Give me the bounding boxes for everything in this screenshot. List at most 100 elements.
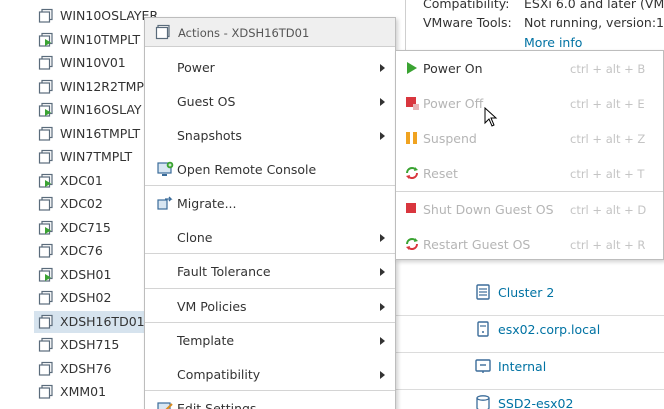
tree-vm-label: XDSH02 xyxy=(60,290,112,305)
menu-item-label: Compatibility xyxy=(177,367,261,382)
host-icon xyxy=(477,321,489,337)
suspend-icon xyxy=(406,132,417,144)
tree-vm-item[interactable]: XMM01 xyxy=(0,381,150,403)
submenu-arrow-icon xyxy=(380,234,385,242)
menu-item-template[interactable]: Template xyxy=(145,323,395,357)
submenu-arrow-icon xyxy=(380,371,385,379)
menu-item-label: Migrate... xyxy=(177,196,237,211)
vm-icon xyxy=(38,79,53,94)
menu-item-fault-tolerance[interactable]: Fault Tolerance xyxy=(145,254,395,288)
submenu-item-power-off[interactable]: Power Off ctrl + alt + E xyxy=(396,86,663,121)
related-host-link[interactable]: esx02.corp.local xyxy=(498,322,600,337)
migrate-icon xyxy=(157,196,173,210)
menu-item-clone[interactable]: Clone xyxy=(145,220,395,254)
tree-vm-label: WIN10TMPLT xyxy=(60,32,141,47)
menu-item-guest-os[interactable]: Guest OS xyxy=(145,84,395,118)
submenu-arrow-icon xyxy=(380,132,385,140)
menu-item-migrate[interactable]: Migrate... xyxy=(145,186,395,220)
tree-vm-item[interactable]: WIN10V01 xyxy=(0,52,150,74)
vm-icon xyxy=(38,55,53,70)
tree-vm-label: XDSH01 xyxy=(60,267,112,282)
menu-item-label: Snapshots xyxy=(177,128,242,143)
vm-icon xyxy=(38,126,53,141)
vm-icon xyxy=(38,196,53,211)
menu-item-label: Clone xyxy=(177,230,213,245)
tree-vm-item[interactable]: WIN16TMPLT xyxy=(0,123,150,145)
tree-vm-item[interactable]: XDSH16TD01 xyxy=(0,311,150,333)
edit-settings-icon xyxy=(157,402,173,409)
mouse-cursor-icon xyxy=(484,107,498,127)
related-network[interactable]: Internal xyxy=(474,355,546,377)
related-datastore[interactable]: SSD2-esx02 xyxy=(474,392,573,409)
compatibility-label: Compatibility: xyxy=(423,0,510,11)
tree-vm-item[interactable]: XDSH715 xyxy=(0,334,150,356)
related-divider xyxy=(395,352,664,353)
submenu-item-label: Reset xyxy=(423,166,458,181)
menu-item-edit-settings[interactable]: Edit Settings... xyxy=(145,391,395,409)
submenu-arrow-icon xyxy=(380,268,385,276)
menu-item-power[interactable]: Power xyxy=(145,50,395,84)
related-cluster-link[interactable]: Cluster 2 xyxy=(498,285,554,300)
vm-icon xyxy=(38,8,53,23)
keyboard-shortcut: ctrl + alt + E xyxy=(570,97,645,111)
tree-vm-item[interactable]: XDC715 xyxy=(0,217,150,239)
related-host[interactable]: esx02.corp.local xyxy=(474,318,600,340)
menu-item-open-remote-console[interactable]: Open Remote Console xyxy=(145,152,395,186)
vm-icon xyxy=(38,243,53,258)
power-submenu: Power On ctrl + alt + B Power Off ctrl +… xyxy=(395,50,664,260)
context-menu-header: Actions - XDSH16TD01 xyxy=(145,18,395,47)
tree-vm-label: WIN10V01 xyxy=(60,55,126,70)
tree-vm-item[interactable]: WIN10OSLAYER xyxy=(0,5,158,27)
vmware-tools-value: Not running, version:10 xyxy=(524,15,664,30)
tree-vm-label: WIN12R2TMP xyxy=(60,79,144,94)
datastore-icon xyxy=(476,395,490,409)
menu-item-vm-policies[interactable]: VM Policies xyxy=(145,289,395,323)
submenu-item-power-on[interactable]: Power On ctrl + alt + B xyxy=(396,51,663,86)
tree-vm-item[interactable]: WIN7TMPLT xyxy=(0,146,150,168)
related-network-link[interactable]: Internal xyxy=(498,359,546,374)
tree-vm-label: XDSH16TD01 xyxy=(60,314,145,329)
vmware-tools-label: VMware Tools: xyxy=(423,15,512,30)
keyboard-shortcut: ctrl + alt + T xyxy=(570,167,645,181)
submenu-item-shut-down-guest-os[interactable]: Shut Down Guest OS ctrl + alt + D xyxy=(396,192,663,227)
submenu-item-reset[interactable]: Reset ctrl + alt + T xyxy=(396,156,663,191)
tree-vm-label: XDSH715 xyxy=(60,337,120,352)
menu-item-label: Guest OS xyxy=(177,94,236,109)
tree-vm-item[interactable]: XDSH01 xyxy=(0,264,150,286)
related-cluster[interactable]: Cluster 2 xyxy=(474,281,554,303)
cluster-icon xyxy=(476,284,490,300)
tree-vm-item[interactable]: XDSH76 xyxy=(0,358,150,380)
tree-vm-label: XDSH76 xyxy=(60,361,112,376)
more-info-link[interactable]: More info xyxy=(524,35,582,50)
tree-vm-label: WIN7TMPLT xyxy=(60,149,133,164)
tree-vm-item[interactable]: XDSH02 xyxy=(0,287,150,309)
submenu-item-label: Power On xyxy=(423,61,483,76)
vm-icon xyxy=(38,384,53,399)
related-datastore-link[interactable]: SSD2-esx02 xyxy=(498,396,573,409)
submenu-arrow-icon xyxy=(380,64,385,72)
vm-powered-on-icon xyxy=(38,32,53,47)
submenu-item-suspend[interactable]: Suspend ctrl + alt + Z xyxy=(396,121,663,156)
related-divider xyxy=(395,389,664,390)
remote-console-icon xyxy=(157,161,174,176)
tree-vm-item[interactable]: XDC76 xyxy=(0,240,150,262)
tree-vm-item[interactable]: WIN12R2TMP xyxy=(0,76,150,98)
tree-vm-item[interactable]: XDC02 xyxy=(0,193,150,215)
network-icon xyxy=(475,359,491,373)
menu-item-compatibility[interactable]: Compatibility xyxy=(145,357,395,391)
reset-icon xyxy=(406,167,418,179)
tree-vm-item[interactable]: XDC01 xyxy=(0,170,150,192)
submenu-item-restart-guest-os[interactable]: Restart Guest OS ctrl + alt + R xyxy=(396,227,663,262)
context-menu-title: Actions - XDSH16TD01 xyxy=(178,26,310,40)
menu-item-label: Open Remote Console xyxy=(177,162,317,177)
tree-vm-label: XDC02 xyxy=(60,196,103,211)
vm-icon xyxy=(155,24,170,40)
submenu-item-label: Power Off xyxy=(423,96,484,111)
vm-icon xyxy=(38,149,53,164)
keyboard-shortcut: ctrl + alt + D xyxy=(570,203,647,217)
tree-vm-item[interactable]: WIN10TMPLT xyxy=(0,29,150,51)
menu-item-snapshots[interactable]: Snapshots xyxy=(145,118,395,152)
tree-vm-label: WIN16OSLAY xyxy=(60,102,142,117)
tree-vm-item[interactable]: WIN16OSLAY xyxy=(0,99,150,121)
keyboard-shortcut: ctrl + alt + Z xyxy=(570,132,646,146)
